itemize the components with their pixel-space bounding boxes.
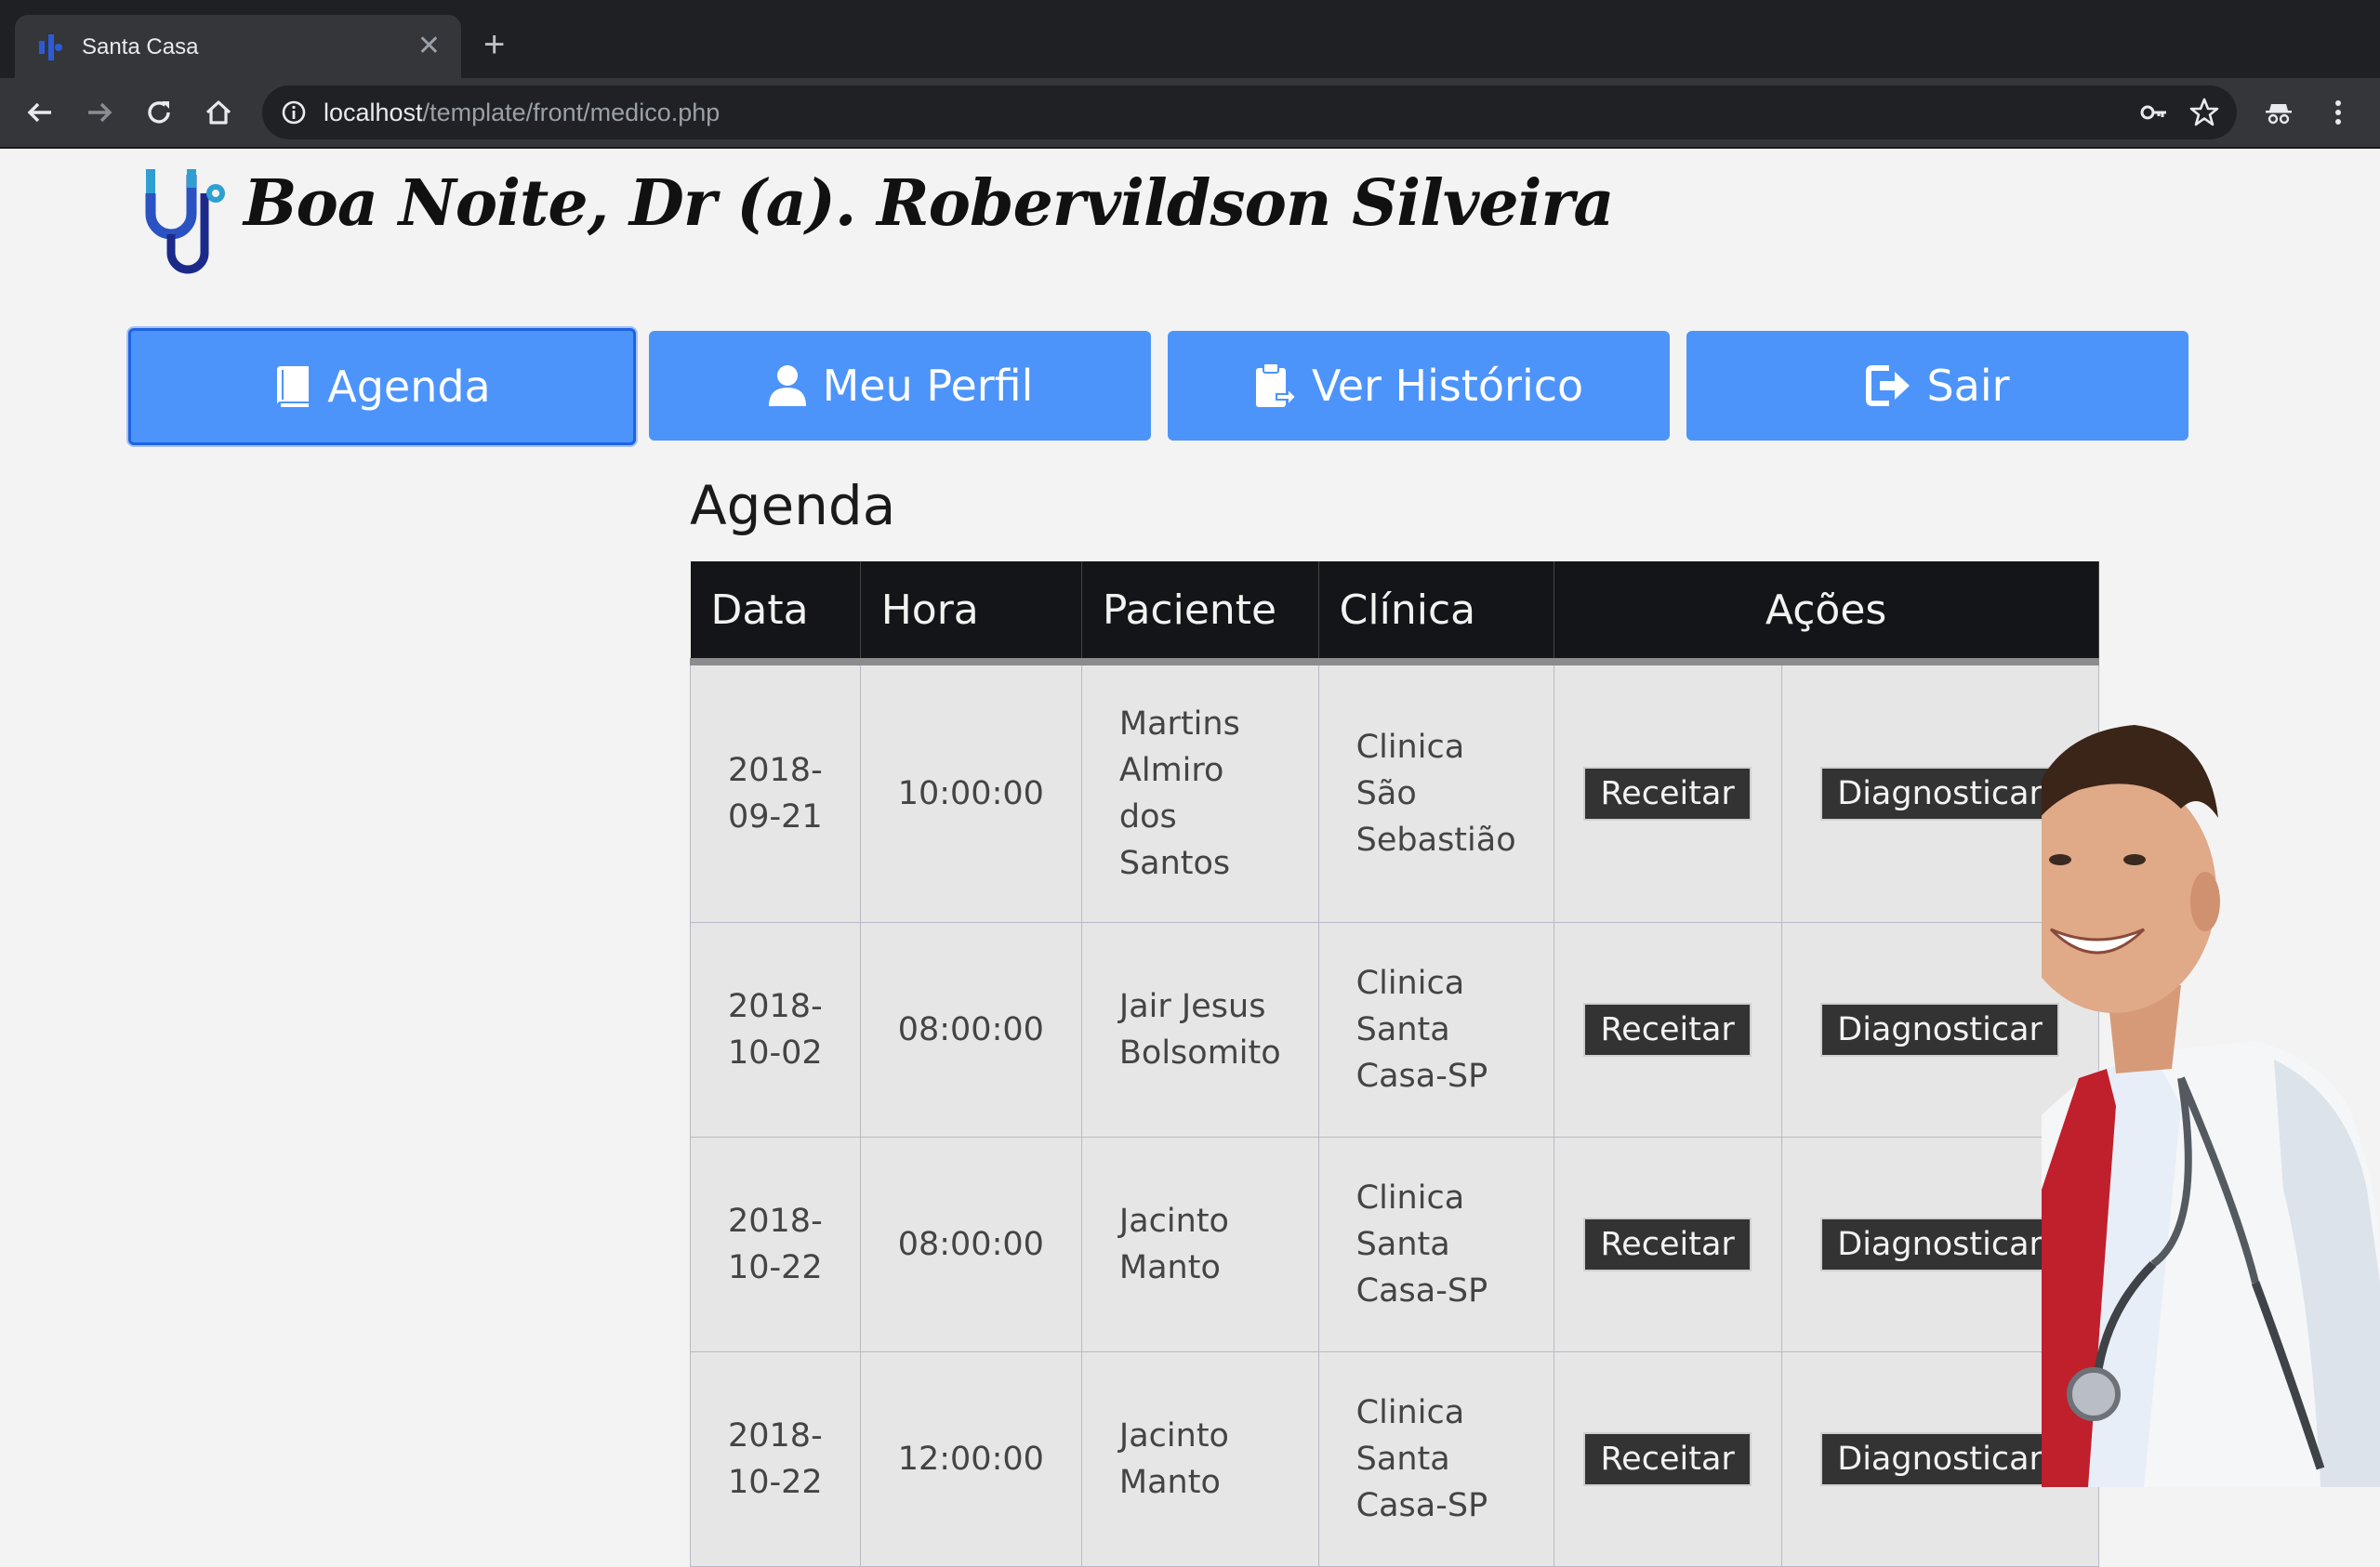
reload-icon [148,101,170,124]
cell-receitar: Receitar [1553,661,1782,923]
cell-clinica: Clinica São Sebastião [1317,661,1554,923]
home-button[interactable] [195,89,242,136]
browser-toolbar: localhost/template/front/medico.php [0,78,2380,149]
star-icon [2189,98,2219,126]
column-header-data: Data [690,561,861,665]
nav-ver-historico-label: Ver Histórico [1311,361,1584,411]
agenda-table: Data Hora Paciente Clínica Ações 2018-09… [690,561,2099,1567]
back-button[interactable] [17,89,63,136]
column-header-hora: Hora [860,561,1082,665]
column-header-acoes: Ações [1554,561,2099,665]
cell-hora: 08:00:00 [859,1137,1082,1352]
browser-tab[interactable]: Santa Casa ✕ [15,15,461,78]
nav-meu-perfil-button[interactable]: Meu Perfil [649,331,1151,441]
more-vert-icon [2335,100,2341,125]
cell-clinica: Clinica Santa Casa-SP [1317,922,1554,1138]
cell-clinica: Clinica Santa Casa-SP [1317,1351,1554,1567]
browser-tab-strip: Santa Casa ✕ + [0,0,2380,78]
saved-password-button[interactable] [2131,89,2177,136]
cell-receitar: Receitar [1553,922,1782,1138]
cell-paciente: Martins Almiro dos Santos [1080,661,1319,923]
nav-ver-historico-button[interactable]: Ver Histórico [1168,331,1670,441]
cell-hora: 10:00:00 [859,661,1082,923]
info-icon[interactable] [281,99,307,125]
column-header-paciente: Paciente [1081,561,1319,665]
incognito-button[interactable] [2255,89,2302,136]
cell-receitar: Receitar [1553,1137,1782,1352]
stethoscope-logo-icon [145,169,225,274]
cell-data: 2018-10-22 [690,1351,861,1567]
table-row: 2018-10-02 08:00:00 Jair Jesus Bolsomito… [690,922,2099,1138]
santa-casa-favicon-icon [39,34,62,60]
clipboard-icon [1255,362,1297,408]
doctor-illustration [2042,725,2380,1487]
receitar-button[interactable]: Receitar [1583,1432,1752,1486]
diagnosticar-button[interactable]: Diagnosticar [1820,1003,2059,1057]
tab-title: Santa Casa [82,34,199,59]
nav-sair-button[interactable]: Sair [1686,331,2188,441]
incognito-icon [2266,104,2292,125]
cell-data: 2018-10-02 [690,922,861,1138]
logout-icon [1866,365,1911,406]
diagnosticar-button[interactable]: Diagnosticar [1820,1218,2059,1271]
diagnosticar-button[interactable]: Diagnosticar [1820,767,2059,821]
url-path: /template/front/medico.php [422,99,721,126]
table-row: 2018-10-22 12:00:00 Jacinto Manto Clinic… [690,1351,2099,1567]
diagnosticar-button[interactable]: Diagnosticar [1820,1432,2059,1486]
doctor-greeting: Boa Noite, Dr (a). Robervildson Silveira [244,166,1614,241]
user-icon [768,365,806,406]
cell-receitar: Receitar [1553,1351,1782,1567]
close-tab-icon[interactable]: ✕ [417,30,441,63]
receitar-button[interactable]: Receitar [1583,1003,1752,1057]
bookmark-button[interactable] [2181,89,2228,136]
reload-button[interactable] [136,89,182,136]
table-row: 2018-10-22 08:00:00 Jacinto Manto Clinic… [690,1137,2099,1352]
key-icon [2140,105,2166,120]
nav-agenda-button[interactable]: Agenda [128,328,636,445]
cell-hora: 08:00:00 [859,922,1082,1138]
address-bar[interactable]: localhost/template/front/medico.php [262,86,2237,139]
cell-paciente: Jacinto Manto [1080,1351,1319,1567]
receitar-button[interactable]: Receitar [1583,767,1752,821]
cell-hora: 12:00:00 [859,1351,1082,1567]
nav-meu-perfil-label: Meu Perfil [822,361,1034,411]
column-header-clinica: Clínica [1318,561,1554,665]
url-text[interactable]: localhost/template/front/medico.php [324,96,720,129]
cell-paciente: Jair Jesus Bolsomito [1080,922,1319,1138]
cell-clinica: Clinica Santa Casa-SP [1317,1137,1554,1352]
forward-button[interactable] [76,89,123,136]
arrow-right-icon [88,102,112,123]
arrow-left-icon [27,102,51,123]
url-host: localhost [324,99,423,126]
book-icon [277,366,310,407]
table-header-row: Data Hora Paciente Clínica Ações [690,561,2099,665]
cell-data: 2018-09-21 [690,661,861,923]
table-row: 2018-09-21 10:00:00 Martins Almiro dos S… [690,661,2099,923]
home-icon [205,100,231,125]
nav-agenda-label: Agenda [327,362,491,412]
new-tab-button[interactable]: + [483,24,505,65]
cell-paciente: Jacinto Manto [1080,1137,1319,1352]
browser-menu-button[interactable] [2315,89,2361,136]
agenda-title: Agenda [690,474,896,537]
receitar-button[interactable]: Receitar [1583,1218,1752,1271]
nav-sair-label: Sair [1926,361,2010,411]
cell-data: 2018-10-22 [690,1137,861,1352]
